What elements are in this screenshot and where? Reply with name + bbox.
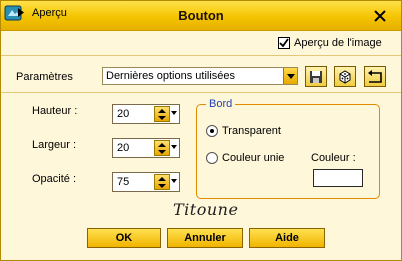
reset-arrow-icon	[368, 69, 382, 83]
color-label: Couleur :	[311, 152, 356, 164]
dialog-window: Bouton Aperçu Aperçu de l'image Paramètr…	[0, 0, 402, 261]
presets-label: Paramètres	[16, 71, 73, 83]
color-swatch[interactable]	[313, 169, 363, 187]
chevron-down-icon[interactable]	[283, 68, 297, 84]
height-stepper-icon[interactable]	[154, 106, 170, 122]
width-menu-arrow-icon[interactable]	[171, 145, 177, 149]
width-stepper-icon[interactable]	[154, 140, 170, 156]
save-preset-button[interactable]	[305, 66, 327, 87]
opacity-stepper-icon[interactable]	[154, 174, 170, 190]
radio-solid-color-label[interactable]: Couleur unie	[222, 152, 284, 164]
randomize-button[interactable]	[334, 66, 356, 87]
opacity-spinbox[interactable]: 75	[112, 172, 180, 192]
signature-watermark: Titoune	[173, 200, 239, 219]
preview-image-label[interactable]: Aperçu de l'image	[294, 37, 382, 49]
height-value: 20	[117, 108, 130, 120]
help-button[interactable]: Aide	[249, 228, 325, 248]
cancel-button[interactable]: Annuler	[167, 228, 243, 248]
radio-transparent[interactable]	[206, 125, 218, 137]
opacity-menu-arrow-icon[interactable]	[171, 179, 177, 183]
opacity-value: 75	[117, 176, 130, 188]
opacity-label: Opacité :	[32, 173, 77, 185]
preview-image-checkbox[interactable]	[278, 37, 290, 49]
dice-icon	[339, 69, 351, 84]
reset-button[interactable]	[364, 66, 386, 87]
preview-toggle-label[interactable]: Aperçu	[32, 7, 67, 19]
expand-arrow-icon[interactable]	[18, 8, 24, 17]
height-menu-arrow-icon[interactable]	[171, 111, 177, 115]
close-icon[interactable]	[371, 7, 389, 25]
width-spinbox[interactable]: 20	[112, 138, 180, 158]
preset-select-value: Dernières options utilisées	[106, 70, 236, 82]
height-spinbox[interactable]: 20	[112, 104, 180, 124]
radio-solid-color[interactable]	[206, 152, 218, 164]
ok-button[interactable]: OK	[87, 228, 161, 248]
width-value: 20	[117, 142, 130, 154]
radio-transparent-label[interactable]: Transparent	[222, 125, 281, 137]
floppy-disk-icon	[310, 70, 322, 83]
width-label: Largeur :	[32, 139, 77, 151]
preset-select[interactable]: Dernières options utilisées	[102, 67, 298, 85]
height-label: Hauteur :	[32, 105, 78, 117]
border-group-title: Bord	[206, 98, 236, 110]
